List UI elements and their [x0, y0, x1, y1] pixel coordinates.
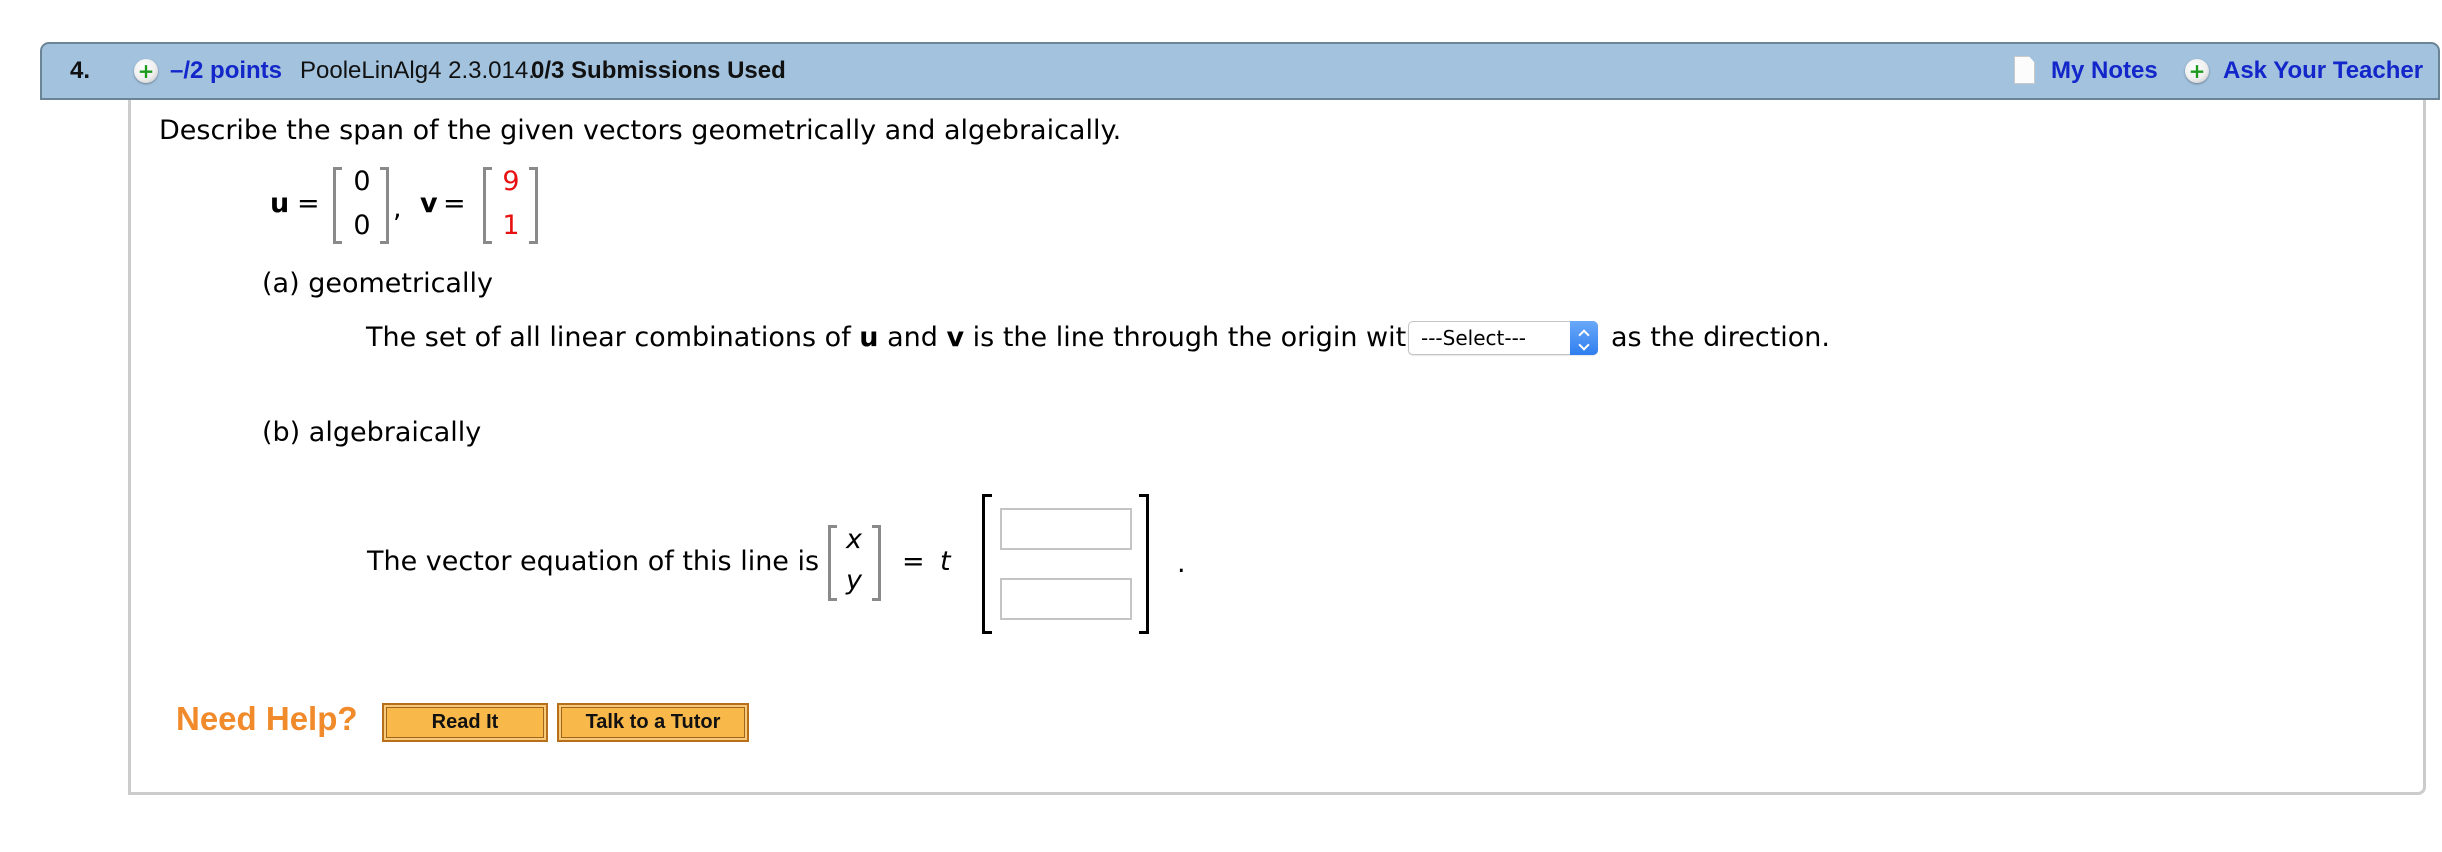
sentence-text: is the line through the origin with [964, 322, 1424, 353]
t-scalar: t [940, 546, 951, 577]
talk-to-tutor-button[interactable]: Talk to a Tutor [557, 703, 749, 742]
right-bracket [380, 167, 389, 244]
part-a-sentence: The set of all linear combinations of u … [366, 322, 1423, 354]
y-variable: y [846, 565, 862, 596]
need-help-label: Need Help? [176, 700, 358, 737]
u-label: u [859, 322, 879, 353]
equals-sign: = [443, 188, 466, 219]
right-bracket [1139, 494, 1149, 634]
v-component-2: 1 [502, 210, 520, 241]
points-link[interactable]: –/2 points [170, 56, 282, 86]
v-label: v [946, 322, 965, 353]
question-number: 4. [70, 57, 91, 84]
sentence-text: and [878, 322, 947, 353]
equals-sign: = [297, 188, 320, 219]
left-bracket [333, 167, 342, 244]
right-bracket [872, 525, 881, 601]
select-value: ---Select--- [1421, 326, 1526, 350]
part-a-sentence-end: as the direction. [1611, 322, 1830, 353]
right-bracket [529, 167, 538, 244]
part-a-label: (a) geometrically [262, 268, 493, 299]
plus-circle-icon[interactable]: + [2185, 59, 2209, 83]
note-page-icon[interactable] [2014, 56, 2035, 84]
select-arrows-icon[interactable] [1570, 321, 1598, 355]
submissions-used: 0/3 Submissions Used [531, 57, 786, 84]
plus-circle-icon[interactable]: + [134, 59, 158, 83]
ask-teacher-link[interactable]: Ask Your Teacher [2223, 56, 2423, 86]
part-b-label: (b) algebraically [262, 417, 482, 448]
equals-sign: = [902, 546, 925, 577]
question-header: 4. + –/2 points PooleLinAlg4 2.3.014. 0/… [40, 42, 2440, 100]
read-it-button[interactable]: Read It [382, 703, 548, 742]
my-notes-link[interactable]: My Notes [2051, 56, 2158, 86]
left-bracket [982, 494, 992, 634]
x-variable: x [846, 524, 862, 555]
left-bracket [483, 167, 492, 244]
part-b-sentence: The vector equation of this line is [367, 546, 820, 577]
sentence-text: The set of all linear combinations of [366, 322, 860, 353]
direction-y-input[interactable] [1000, 578, 1132, 620]
u-component-2: 0 [353, 210, 371, 241]
left-bracket [828, 525, 837, 601]
question-prompt: Describe the span of the given vectors g… [159, 115, 1122, 146]
direction-select[interactable]: ---Select--- [1408, 321, 1598, 355]
u-label: u [270, 188, 290, 219]
question-source: PooleLinAlg4 2.3.014. [300, 57, 535, 84]
u-component-1: 0 [353, 166, 371, 197]
period: . [1177, 548, 1186, 579]
v-label: v [420, 188, 438, 219]
comma: , [393, 193, 402, 224]
direction-x-input[interactable] [1000, 508, 1132, 550]
v-component-1: 9 [502, 166, 520, 197]
